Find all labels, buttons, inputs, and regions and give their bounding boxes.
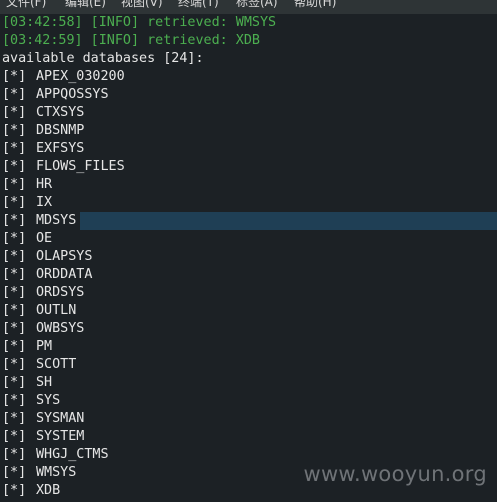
database-name: APPQOSSYS (36, 87, 109, 102)
database-name: OWBSYS (36, 321, 85, 336)
list-bullet: [*] (2, 159, 27, 174)
list-bullet: [*] (2, 195, 27, 210)
database-name: OUTLN (36, 303, 77, 318)
database-list-item: [*] FLOWS_FILES (0, 158, 497, 176)
database-name: WMSYS (36, 465, 77, 480)
list-bullet: [*] (2, 339, 27, 354)
database-list-item: [*] OE (0, 230, 497, 248)
database-name: XDB (36, 483, 61, 498)
database-list-item: [*] SYS (0, 392, 497, 410)
menu-view[interactable]: 视图(V) (121, 0, 163, 11)
database-name: IX (36, 195, 53, 210)
database-list-item: [*] EXFSYS (0, 140, 497, 158)
database-name: MDSYS (36, 213, 77, 228)
database-name: OE (36, 231, 53, 246)
database-name: FLOWS_FILES (36, 159, 125, 174)
list-bullet: [*] (2, 177, 27, 192)
database-name: EXFSYS (36, 141, 85, 156)
database-list-item: [*] OUTLN (0, 302, 497, 320)
list-bullet: [*] (2, 375, 27, 390)
list-bullet: [*] (2, 303, 27, 318)
database-name: SH (36, 375, 53, 390)
database-name: APEX_030200 (36, 69, 125, 84)
database-list-item: [*] PM (0, 338, 497, 356)
database-name: CTXSYS (36, 105, 85, 120)
database-list-item: [*] ORDDATA (0, 266, 497, 284)
list-bullet: [*] (2, 465, 27, 480)
database-name: ORDSYS (36, 285, 85, 300)
database-list-item: [*] HR (0, 176, 497, 194)
list-bullet: [*] (2, 321, 27, 336)
menu-file[interactable]: 文件(F) (6, 0, 46, 11)
list-bullet: [*] (2, 285, 27, 300)
database-name: OLAPSYS (36, 249, 93, 264)
list-bullet: [*] (2, 267, 27, 282)
log-line: [03:42:58] [INFO] retrieved: WMSYS (2, 15, 277, 30)
list-bullet: [*] (2, 69, 27, 84)
database-name: PM (36, 339, 53, 354)
database-list-item: [*] SYSMAN (0, 410, 497, 428)
terminal-output[interactable]: [03:42:58] [INFO] retrieved: WMSYS [03:4… (0, 14, 497, 502)
list-bullet: [*] (2, 213, 27, 228)
database-list-item: [*] IX (0, 194, 497, 212)
menu-bar: 文件(F) 编辑(E) 视图(V) 终端(T) 标签(A) 帮助(H) (0, 0, 497, 14)
database-list-item: [*] OWBSYS (0, 320, 497, 338)
database-name: SCOTT (36, 357, 77, 372)
database-list-item: [*] SYSTEM (0, 428, 497, 446)
database-name: WHGJ_CTMS (36, 447, 109, 462)
list-bullet: [*] (2, 141, 27, 156)
list-bullet: [*] (2, 411, 27, 426)
list-bullet: [*] (2, 87, 27, 102)
database-list-item: [*] CTXSYS (0, 104, 497, 122)
menu-tabs[interactable]: 标签(A) (236, 0, 278, 11)
list-bullet: [*] (2, 483, 27, 498)
database-name: SYSMAN (36, 411, 85, 426)
database-list-item: [*] OLAPSYS (0, 248, 497, 266)
list-bullet: [*] (2, 231, 27, 246)
database-name: DBSNMP (36, 123, 85, 138)
list-bullet: [*] (2, 249, 27, 264)
database-list-item: [*] ORDSYS (0, 284, 497, 302)
database-name: ORDDATA (36, 267, 93, 282)
database-name: SYSTEM (36, 429, 85, 444)
watermark: www.wooyun.org (303, 462, 487, 486)
database-list-item: [*] APPQOSSYS (0, 86, 497, 104)
databases-summary: available databases [24]: (2, 51, 204, 66)
menu-edit[interactable]: 编辑(E) (65, 0, 106, 11)
database-list-item: [*] SH (0, 374, 497, 392)
list-bullet: [*] (2, 393, 27, 408)
list-bullet: [*] (2, 429, 27, 444)
list-bullet: [*] (2, 105, 27, 120)
database-name: HR (36, 177, 53, 192)
list-bullet: [*] (2, 447, 27, 462)
database-name: SYS (36, 393, 61, 408)
menu-terminal[interactable]: 终端(T) (178, 0, 219, 11)
database-list-item: [*] MDSYS (0, 212, 497, 230)
menu-help[interactable]: 帮助(H) (294, 0, 336, 11)
database-list-item: [*] APEX_030200 (0, 68, 497, 86)
database-list-item: [*] SCOTT (0, 356, 497, 374)
list-bullet: [*] (2, 357, 27, 372)
list-bullet: [*] (2, 123, 27, 138)
log-line: [03:42:59] [INFO] retrieved: XDB (2, 33, 260, 48)
database-list-item: [*] DBSNMP (0, 122, 497, 140)
